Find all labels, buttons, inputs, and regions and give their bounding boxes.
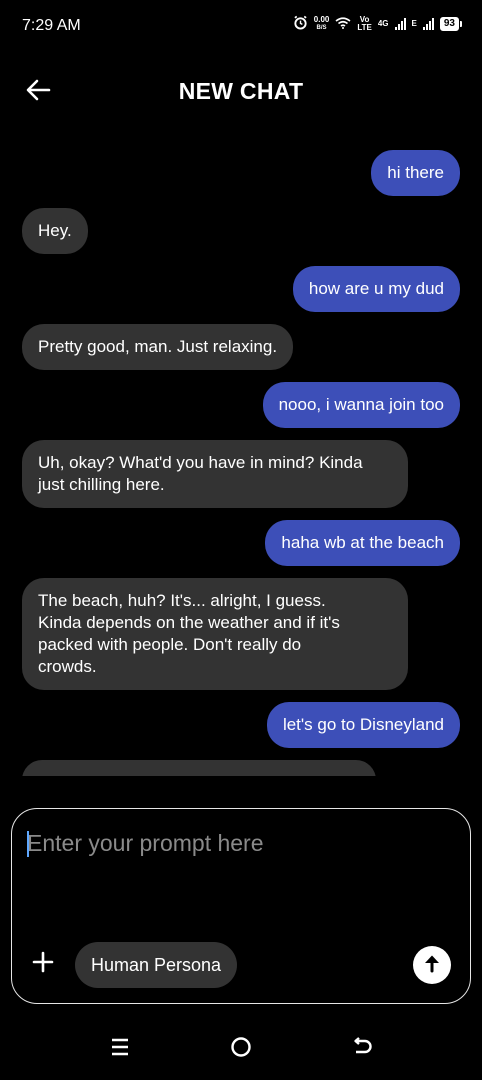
message-row-bot: Pretty good, man. Just relaxing. bbox=[0, 324, 482, 370]
network-e-label: E bbox=[411, 19, 417, 28]
status-icons: 0.00 B/S Vo LTE 4G E 93 bbox=[293, 15, 462, 33]
prompt-composer: Human Persona bbox=[11, 808, 471, 1004]
network-4g: 4G bbox=[378, 20, 389, 28]
network-e: E bbox=[412, 20, 417, 28]
bot-message: Uh, okay? What'd you have in mind? Kinda… bbox=[22, 440, 408, 508]
volte-indicator: Vo LTE bbox=[357, 16, 372, 32]
network-4g-label: 4G bbox=[377, 19, 389, 28]
message-row-user: hi there bbox=[0, 150, 482, 196]
back-icon bbox=[351, 1036, 373, 1063]
message-row-bot: Uh, okay? What'd you have in mind? Kinda… bbox=[0, 440, 482, 508]
wifi-icon bbox=[335, 17, 351, 31]
bot-message: Pretty good, man. Just relaxing. bbox=[22, 324, 294, 370]
message-list[interactable]: hi there Hey. how are u my dud Pretty go… bbox=[0, 150, 482, 776]
prompt-input[interactable] bbox=[27, 827, 447, 859]
bot-message-partial bbox=[22, 760, 376, 776]
home-button[interactable] bbox=[226, 1034, 256, 1064]
message-row-user: how are u my dud bbox=[0, 266, 482, 312]
user-message: hi there bbox=[371, 150, 460, 196]
bot-message: The beach, huh? It's... alright, I guess… bbox=[22, 578, 408, 690]
persona-chip[interactable]: Human Persona bbox=[75, 942, 238, 988]
text-cursor bbox=[27, 831, 29, 857]
arrow-up-icon bbox=[423, 953, 441, 978]
status-time: 7:29 AM bbox=[22, 17, 81, 34]
network-speed: 0.00 B/S bbox=[314, 16, 330, 32]
signal-icon bbox=[394, 18, 406, 30]
message-row-bot: Hey. bbox=[0, 208, 482, 254]
menu-button[interactable] bbox=[105, 1034, 135, 1064]
alarm-icon bbox=[293, 15, 308, 33]
status-bar: 7:29 AM 0.00 B/S Vo LTE 4G E 93 bbox=[0, 0, 482, 52]
network-speed-unit: B/S bbox=[316, 25, 327, 31]
user-message: let's go to Disneyland bbox=[266, 702, 460, 748]
header: NEW CHAT bbox=[0, 62, 482, 122]
battery-icon: 93 bbox=[439, 17, 462, 31]
home-icon bbox=[230, 1036, 252, 1063]
network-speed-value: 0.00 bbox=[313, 15, 330, 24]
user-message: how are u my dud bbox=[292, 266, 460, 312]
user-message: haha wb at the beach bbox=[265, 520, 460, 566]
page-title: NEW CHAT bbox=[178, 78, 304, 104]
battery-level: 93 bbox=[439, 17, 459, 31]
system-back-button[interactable] bbox=[347, 1034, 377, 1064]
signal-icon-2 bbox=[422, 18, 434, 30]
user-message: nooo, i wanna join too bbox=[262, 382, 460, 428]
message-row-bot: The beach, huh? It's... alright, I guess… bbox=[0, 578, 482, 690]
bot-message: Hey. bbox=[22, 208, 88, 254]
plus-icon bbox=[32, 951, 54, 978]
message-row-user: nooo, i wanna join too bbox=[0, 382, 482, 428]
send-button[interactable] bbox=[413, 946, 451, 984]
volte-bottom: LTE bbox=[357, 23, 372, 32]
message-row-user: haha wb at the beach bbox=[0, 520, 482, 566]
message-row-bot-partial bbox=[0, 760, 482, 776]
persona-label: Human Persona bbox=[91, 954, 222, 975]
add-button[interactable] bbox=[30, 951, 56, 977]
system-nav-bar bbox=[0, 1022, 482, 1074]
menu-icon bbox=[110, 1037, 130, 1062]
message-row-user: let's go to Disneyland bbox=[0, 702, 482, 748]
